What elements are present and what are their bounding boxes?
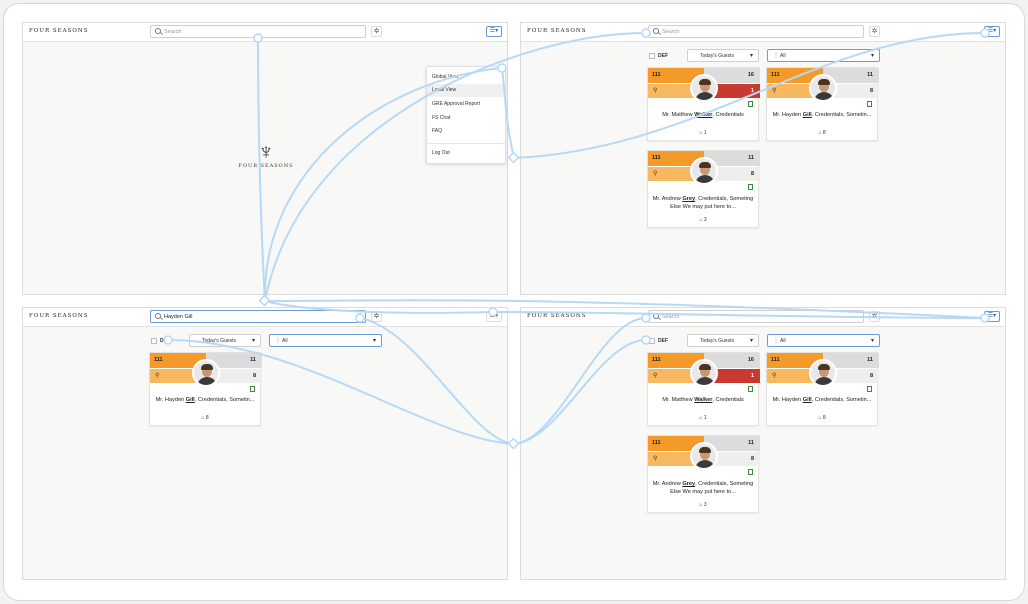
link-node bbox=[641, 28, 651, 38]
link-local-view-to-hub bbox=[263, 67, 503, 302]
prototype-links-overlay bbox=[163, 28, 990, 450]
link-node bbox=[253, 33, 263, 43]
link-hub bbox=[258, 294, 271, 307]
link-mid-to-local bbox=[501, 67, 515, 159]
link-node bbox=[980, 28, 990, 38]
link-search-tr-to-hub bbox=[264, 32, 647, 302]
link-hub-to-menu-tr bbox=[264, 299, 986, 319]
link-hub2-to-def-br bbox=[513, 339, 647, 445]
link-menu-tr-to-mid bbox=[513, 32, 986, 159]
link-hub-to-search-bl bbox=[264, 300, 494, 314]
link-hub bbox=[507, 437, 520, 450]
link-node bbox=[641, 335, 651, 345]
link-search-to-hub bbox=[257, 37, 266, 302]
link-node bbox=[641, 313, 651, 323]
link-node bbox=[488, 307, 498, 317]
link-hub2-to-search-br bbox=[513, 317, 647, 445]
link-clear-to-hub2 bbox=[359, 317, 515, 445]
link-node bbox=[980, 313, 990, 323]
link-node bbox=[355, 313, 365, 323]
link-hub bbox=[507, 151, 520, 164]
link-node bbox=[163, 335, 173, 345]
link-def-to-hub2 bbox=[167, 339, 515, 445]
link-node bbox=[497, 63, 507, 73]
